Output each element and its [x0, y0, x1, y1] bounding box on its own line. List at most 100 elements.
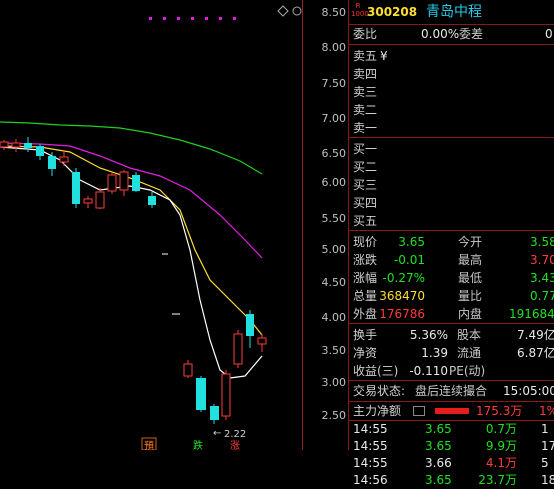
main-fund-pct: 1% [539, 404, 554, 418]
tick-count: 17 [541, 439, 554, 453]
candlestick-chart[interactable]: ← 2.22 預 跌 涨 [0, 0, 302, 450]
chart-icon[interactable] [413, 406, 425, 416]
stock-header[interactable]: R 1000 300208 青岛中程 [349, 0, 554, 25]
sell-row[interactable]: 卖四 [349, 65, 554, 83]
tick-count: 5 [541, 456, 549, 470]
stat-label: 收益(三) [353, 364, 399, 378]
buy-label: 买四 [353, 196, 378, 210]
tick-time: 14:55 [353, 456, 388, 470]
sell-row[interactable]: 卖五 ¥ [349, 47, 554, 65]
price-tick: 8.00 [321, 41, 347, 54]
trade-status-row: 交易状态: 盘后连续撮合 15:05:00 [349, 381, 554, 402]
quote-value: 191684 [509, 307, 554, 321]
buy-row[interactable]: 买二 [349, 158, 554, 176]
weibi-label: 委比 [353, 27, 378, 41]
sell-label: 卖五 [353, 49, 378, 63]
stat-label: 股本 [457, 328, 482, 342]
buy-row[interactable]: 买五 [349, 212, 554, 230]
sell-label: 卖三 [353, 85, 378, 99]
buy-row[interactable]: 买一 [349, 140, 554, 158]
price-tick: 4.00 [321, 311, 347, 324]
buy-book: 买一 买二 买三 买四 买五 [349, 138, 554, 231]
tick-count: 1 [541, 422, 549, 436]
tick-price: 3.65 [425, 439, 452, 453]
tick-volume: 0.7万 [485, 422, 517, 436]
stat-label: 流通 [457, 346, 482, 360]
marker-3: 涨 [230, 440, 240, 450]
tick-row: 14:56 3.65 23.7万 18 [349, 472, 554, 489]
main-fund-row[interactable]: 主力净额 175.3万 1% [349, 402, 554, 421]
tick-row: 14:55 3.65 9.9万 17 [349, 438, 554, 455]
quote-label: 现价 [353, 235, 378, 249]
marker-2: 跌 [193, 439, 203, 450]
stat-value: 5.36% [409, 328, 448, 342]
tick-volume: 9.9万 [485, 439, 517, 453]
ma20-line [0, 142, 263, 259]
quote-label: 最低 [458, 271, 483, 285]
price-tick: 7.00 [321, 112, 347, 125]
buy-label: 买一 [353, 142, 378, 156]
quote-value: 3.43 [530, 271, 554, 285]
trade-status-time: 15:05:00 [503, 384, 554, 398]
price-tick: 3.50 [321, 344, 347, 357]
stock-code: 300208 [367, 5, 418, 19]
quote-label: 外盘 [353, 307, 378, 321]
quote-label: 今开 [458, 235, 483, 249]
quote-label: 涨幅 [353, 271, 378, 285]
price-tick: 5.50 [321, 212, 347, 225]
quote-row: 涨幅 -0.27% 最低 3.43 [349, 269, 554, 287]
quote-value: 176786 [379, 307, 425, 321]
quote-row: 总量 368470 量比 0.77 [349, 287, 554, 305]
buy-label: 买五 [353, 214, 378, 228]
quote-label: 总量 [353, 289, 378, 303]
marker-1: 預 [144, 440, 154, 450]
tick-price: 3.65 [425, 473, 452, 487]
margin-badge: R 1000 [351, 2, 369, 18]
buy-row[interactable]: 买四 [349, 194, 554, 212]
tick-list: 14:55 3.65 0.7万 1 14:55 3.65 9.9万 17 14:… [349, 421, 554, 489]
low-annotation: 2.22 [224, 429, 246, 440]
sell-row[interactable]: 卖二 [349, 101, 554, 119]
sell-label: 卖一 [353, 121, 378, 135]
tick-volume: 4.1万 [485, 456, 517, 470]
quote-label: 内盘 [458, 307, 483, 321]
sell-label: 卖四 [353, 67, 378, 81]
diamond-icon[interactable] [277, 5, 289, 17]
quote-label: 最高 [458, 253, 483, 267]
price-tick: 7.50 [321, 77, 347, 90]
quote-stats: 现价 3.65 今开 3.58 涨跌 -0.01 最高 3.70 涨幅 -0.2… [349, 231, 554, 324]
main-fund-bar [435, 408, 469, 414]
weicha-label: 委差 [459, 27, 484, 41]
sell-row[interactable]: 卖三 [349, 83, 554, 101]
price-tick: 3.00 [321, 376, 347, 389]
tick-time: 14:56 [353, 473, 388, 487]
price-tick: 4.50 [321, 276, 347, 289]
quote-row: 涨跌 -0.01 最高 3.70 [349, 251, 554, 269]
candles [0, 137, 267, 424]
main-fund-value: 175.3万 [476, 404, 523, 418]
stat-value: 1.39 [421, 346, 448, 360]
tick-price: 3.65 [425, 422, 452, 436]
quote-row: 外盘 176786 内盘 191684 [349, 305, 554, 323]
tick-count: 18 [541, 473, 554, 487]
tick-row: 14:55 3.66 4.1万 5 [349, 455, 554, 472]
sell-row[interactable]: 卖一 [349, 119, 554, 137]
quote-label: 量比 [458, 289, 483, 303]
quote-value: 3.65 [398, 235, 425, 249]
stat-label: PE(动) [449, 364, 486, 378]
price-tick: 6.00 [321, 176, 347, 189]
stock-name: 青岛中程 [426, 4, 482, 20]
settings-icon[interactable] [292, 6, 302, 16]
buy-label: 买二 [353, 160, 378, 174]
tick-time: 14:55 [353, 422, 388, 436]
trade-status-value: 盘后连续撮合 [415, 384, 488, 398]
fundamentals: 换手 5.36% 股本 7.49亿 净资 1.39 流通 6.87亿 收益(三)… [349, 324, 554, 381]
tick-row: 14:55 3.65 0.7万 1 [349, 421, 554, 438]
tick-price: 3.66 [425, 456, 452, 470]
price-tick: 8.50 [321, 6, 347, 19]
price-axis: 8.50 8.00 7.50 7.00 6.50 6.00 5.50 5.00 … [302, 0, 348, 450]
buy-row[interactable]: 买三 [349, 176, 554, 194]
quote-value: -0.01 [393, 253, 425, 267]
price-tick: 5.00 [321, 243, 347, 256]
fund-row: 收益(三) -0.110 PE(动) [349, 362, 554, 380]
